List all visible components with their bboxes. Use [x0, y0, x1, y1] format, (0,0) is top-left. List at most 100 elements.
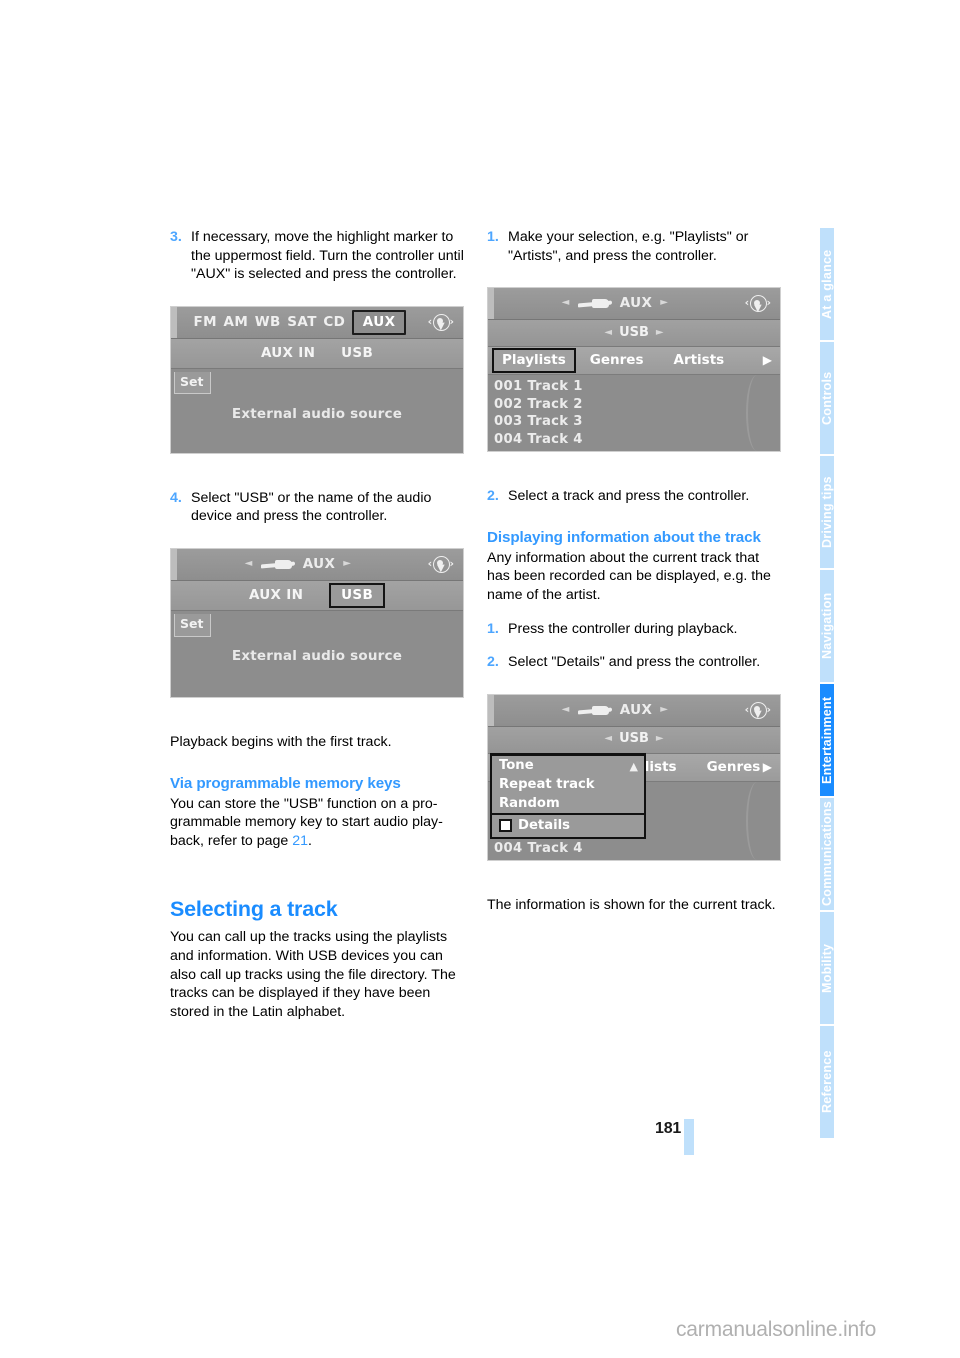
tab-aux-in[interactable]: AUX IN [249, 586, 303, 605]
list-item[interactable]: 004 Track 4 [494, 431, 780, 449]
figure3-code: GEXPORT0003 [774, 402, 780, 445]
category-genres[interactable]: Genres [707, 758, 761, 777]
figure3-usb-row: ◄ USB ► [488, 320, 780, 348]
sidebar-item-navigation[interactable]: Navigation [820, 570, 834, 682]
playback-note: Playback begins with the first track. [170, 733, 392, 750]
usb-left-arrow-icon[interactable]: ◄ [604, 730, 612, 749]
tab-aux-in[interactable]: AUX IN [261, 344, 315, 363]
joystick-left-arrow: ‹ [427, 314, 433, 328]
track-list: 001 Track 1 002 Track 2 003 Track 3 004 … [488, 375, 780, 450]
page-marker [684, 1119, 694, 1155]
sidebar-item-mobility[interactable]: Mobility [820, 912, 834, 1024]
substep-1-text: Press the controller during playback. [508, 620, 738, 637]
memory-keys-paragraph: You can store the "USB" function on a pr… [170, 795, 467, 851]
menu-item-tone[interactable]: Tone [492, 756, 644, 775]
category-genres[interactable]: Genres [590, 351, 644, 370]
figure4-top-bar: ◄ AUX ► ‹ › ▼ [488, 694, 780, 727]
list-item[interactable]: 002 Track 2 [494, 396, 780, 414]
band-am[interactable]: AM [224, 313, 249, 332]
joystick-down-arrow: ▼ [753, 302, 763, 314]
substep-2: 2. Select "Details" and press the contro… [487, 653, 784, 672]
left-arrow-icon[interactable]: ◄ [245, 555, 253, 574]
page-cross-reference[interactable]: 21 [292, 833, 308, 849]
joystick-right-arrow: › [766, 702, 772, 716]
step-3-number: 3. [170, 229, 182, 245]
category-artists[interactable]: Artists [674, 351, 725, 370]
displaying-info-paragraph: Any information about the current track … [487, 549, 771, 603]
sidebar-item-at-a-glance[interactable]: At a glance [820, 228, 834, 340]
usb-left-arrow-icon[interactable]: ◄ [604, 324, 612, 343]
site-watermark: carmanualsonline.info [676, 1318, 877, 1341]
substep-1: 1. Press the controller during playback. [487, 620, 784, 639]
car-icon [578, 705, 612, 715]
figure-usb-selected: ◄ AUX ► ‹ › ▼ AUX IN USB Set External au… [170, 547, 464, 698]
category-playlists-selected[interactable]: Playlists [492, 348, 576, 373]
step-1-right: 1. Make your selection, e.g. "Playlists"… [487, 228, 784, 265]
band-sat[interactable]: SAT [287, 313, 317, 332]
right-arrow-icon[interactable]: ► [343, 555, 351, 574]
band-wb[interactable]: WB [255, 313, 281, 332]
figure2-body: Set External audio source [171, 610, 463, 697]
usb-right-arrow-icon[interactable]: ► [656, 730, 664, 749]
manual-page: 3. If necessary, move the highlight mark… [0, 0, 960, 1358]
memory-keys-text-b: . [308, 832, 312, 849]
step-3: 3. If necessary, move the highlight mark… [170, 228, 467, 284]
joystick-left-arrow: ‹ [744, 702, 750, 716]
set-button[interactable]: Set [174, 613, 212, 637]
tab-usb[interactable]: USB [341, 344, 373, 363]
figure3-source-label: AUX [619, 295, 653, 312]
scroll-up-arrow-icon[interactable]: ▲ [630, 758, 638, 777]
step-4-text: Select "USB" or the name of the audio de… [191, 489, 432, 525]
sidebar-item-reference[interactable]: Reference [820, 1026, 834, 1138]
substep-2-number: 2. [487, 654, 499, 671]
figure-playlist-browser: ◄ AUX ► ‹ › ▼ ◄ USB ► Playlists Genres A… [487, 287, 781, 453]
scroll-indicator[interactable] [746, 781, 768, 860]
right-arrow-icon[interactable]: ► [660, 294, 668, 313]
controller-icon: ‹ › ▼ [419, 549, 463, 580]
sidebar-item-communications[interactable]: Communications [820, 798, 834, 910]
tab-usb-selected[interactable]: USB [329, 583, 386, 608]
scroll-indicator[interactable] [746, 375, 768, 452]
figure4-usb-label: USB [619, 731, 649, 747]
figure4-source-label-group: ◄ AUX ► [494, 695, 736, 726]
figure1-body: Set External audio source [171, 368, 463, 453]
band-cd[interactable]: CD [323, 313, 345, 332]
sidebar-item-entertainment[interactable]: Entertainment [820, 684, 834, 796]
set-button[interactable]: Set [174, 371, 212, 395]
controller-icon: ‹ › ▼ [736, 288, 780, 319]
car-icon [261, 559, 295, 569]
left-arrow-icon[interactable]: ◄ [562, 294, 570, 313]
list-item[interactable]: 004 Track 4 [494, 840, 780, 858]
left-column: 3. If necessary, move the highlight mark… [170, 228, 467, 1021]
list-item[interactable]: 001 Track 1 [494, 378, 780, 396]
band-fm[interactable]: FM [194, 313, 217, 332]
figure1-center-text: External audio source [231, 405, 403, 422]
list-item[interactable]: 003 Track 3 [494, 413, 780, 431]
figure2-source-tabs: AUX IN USB [171, 580, 463, 611]
closing-paragraph: The information is shown for the current… [487, 896, 776, 913]
figure3-source-label-group: ◄ AUX ► [494, 288, 736, 319]
menu-item-random[interactable]: Random [492, 794, 644, 813]
figure3-category-row: Playlists Genres Artists ▶ [488, 347, 780, 376]
checkbox-icon[interactable] [499, 818, 512, 832]
menu-item-details[interactable]: Details [492, 812, 644, 837]
car-icon [578, 299, 612, 309]
more-categories-arrow-icon[interactable]: ▶ [763, 758, 772, 777]
usb-right-arrow-icon[interactable]: ► [656, 324, 664, 343]
step-4-number: 4. [170, 489, 182, 506]
sidebar-item-driving-tips[interactable]: Driving tips [820, 456, 834, 568]
substep-2-text: Select "Details" and press the controlle… [508, 654, 761, 671]
band-aux-selected[interactable]: AUX [351, 309, 407, 335]
context-menu: ▲ Tone Repeat track Random Details [490, 752, 646, 839]
left-arrow-icon[interactable]: ◄ [562, 701, 570, 720]
right-arrow-icon[interactable]: ► [660, 701, 668, 720]
sidebar-item-controls[interactable]: Controls [820, 342, 834, 454]
more-categories-arrow-icon[interactable]: ▶ [763, 351, 772, 370]
joystick-down-arrow: ▼ [436, 563, 446, 575]
step-1-text: Make your selection, e.g. "Playlists" or… [508, 229, 749, 264]
menu-item-repeat-track[interactable]: Repeat track [492, 775, 644, 794]
figure1-source-tabs: AUX IN USB [171, 338, 463, 369]
heading-displaying-info: Displaying information about the track [487, 528, 761, 546]
controller-icon: ‹ › ▼ [736, 695, 780, 726]
figure4-source-label: AUX [619, 701, 653, 718]
